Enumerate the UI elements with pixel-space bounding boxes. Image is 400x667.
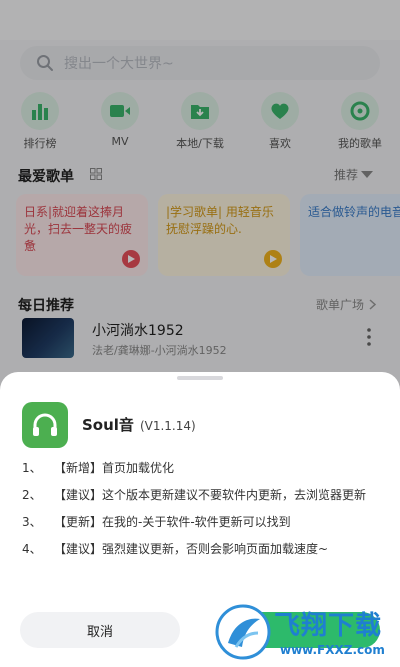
note-number: 4、	[22, 542, 42, 556]
headphones-icon	[22, 402, 68, 448]
note-text: 【更新】在我的-关于软件-软件更新可以找到	[54, 515, 291, 529]
release-note: 1、 【新增】首页加载优化	[22, 458, 382, 478]
note-number: 2、	[22, 488, 42, 502]
sheet-handle[interactable]	[177, 376, 223, 380]
release-note: 2、 【建议】这个版本更新建议不要软件内更新，去浏览器更新	[22, 485, 382, 505]
note-number: 3、	[22, 515, 42, 529]
app-name: Soul音	[82, 416, 134, 434]
dialog-title: Soul音 (V1.1.14)	[82, 414, 196, 435]
watermark-url: www.FXXZ.com	[280, 643, 385, 657]
fxxz-logo-icon	[215, 604, 271, 660]
watermark: 飞翔下载 www.FXXZ.com	[214, 601, 400, 667]
note-text: 【新增】首页加载优化	[54, 461, 175, 475]
app-version: (V1.1.14)	[139, 419, 196, 433]
release-note: 4、 【建议】强烈建议更新，否则会影响页面加载速度~	[22, 539, 382, 559]
note-text: 【建议】强烈建议更新，否则会影响页面加载速度~	[54, 542, 329, 556]
note-number: 1、	[22, 461, 42, 475]
note-text: 【建议】这个版本更新建议不要软件内更新，去浏览器更新	[54, 488, 367, 502]
watermark-brand: 飞翔下载	[274, 611, 383, 641]
cancel-button[interactable]: 取消	[20, 612, 180, 648]
release-notes[interactable]: 1、 【新增】首页加载优化 2、 【建议】这个版本更新建议不要软件内更新，去浏览器更…	[22, 458, 382, 562]
release-note: 3、 【更新】在我的-关于软件-软件更新可以找到	[22, 512, 382, 532]
